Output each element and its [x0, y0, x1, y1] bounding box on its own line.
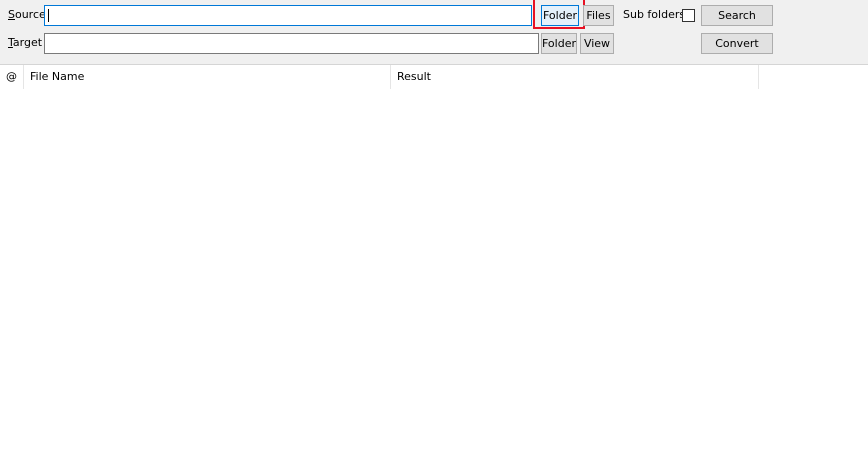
source-label-accelerator: S	[8, 8, 15, 21]
column-header-at[interactable]: @	[0, 65, 24, 89]
column-header-file-name[interactable]: File Name	[24, 65, 391, 89]
source-label-text: ource	[14, 8, 46, 21]
target-label-text: arget	[12, 36, 43, 49]
target-label: Target	[8, 35, 42, 51]
subfolders-checkbox[interactable]	[682, 9, 695, 22]
subfolders-label: Sub folders	[623, 8, 686, 21]
file-list[interactable]: @ File Name Result	[0, 65, 868, 449]
target-view-button[interactable]: View	[580, 33, 614, 54]
text-caret	[48, 9, 49, 22]
target-input[interactable]	[44, 33, 539, 54]
toolbar: Source Folder Files Sub folders Search T…	[0, 0, 868, 65]
highlight-box	[533, 0, 585, 29]
source-input[interactable]	[44, 5, 532, 26]
source-label: Source	[8, 7, 46, 23]
convert-button[interactable]: Convert	[701, 33, 773, 54]
search-button[interactable]: Search	[701, 5, 773, 26]
column-header-result[interactable]: Result	[391, 65, 759, 89]
target-folder-button[interactable]: Folder	[541, 33, 577, 54]
source-files-button[interactable]: Files	[583, 5, 614, 26]
